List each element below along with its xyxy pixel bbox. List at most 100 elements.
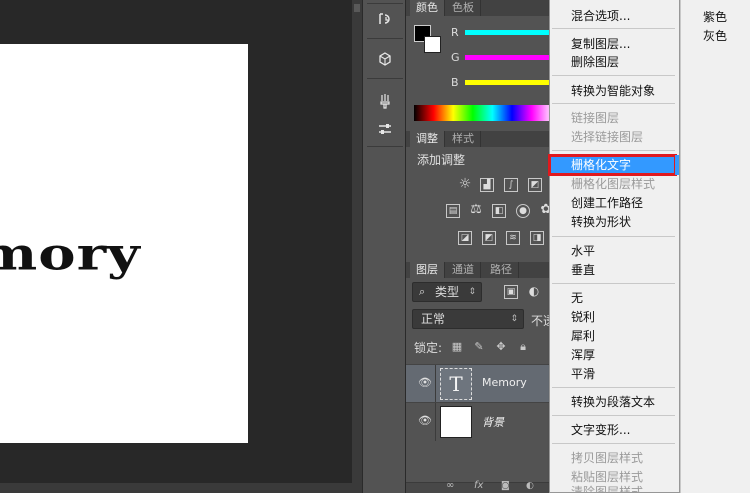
layer-divider bbox=[435, 365, 436, 403]
lock-all-icon[interactable]: 🔒︎ bbox=[517, 341, 529, 353]
menu-item-delete-layer[interactable]: 删除图层 bbox=[550, 53, 679, 71]
collapsed-panel-strip bbox=[362, 0, 406, 493]
fx-icon[interactable]: fx bbox=[474, 480, 483, 491]
layer-name[interactable]: Memory bbox=[482, 376, 527, 389]
scroll-thumb[interactable] bbox=[354, 4, 360, 12]
slider-label-g: G bbox=[451, 51, 460, 64]
tab-styles[interactable]: 样式 bbox=[446, 131, 481, 147]
layer-name[interactable]: 背景 bbox=[482, 414, 504, 430]
search-icon: ⌕ bbox=[419, 285, 426, 298]
black-white-icon[interactable]: ◧ bbox=[492, 204, 506, 218]
document-canvas-area[interactable]: mory bbox=[0, 0, 362, 493]
posterize-icon[interactable]: ◩ bbox=[482, 231, 496, 245]
vibrance-icon[interactable]: ▤ bbox=[446, 204, 460, 218]
slider-b[interactable] bbox=[465, 80, 549, 85]
exposure-icon[interactable]: ◩ bbox=[528, 178, 542, 192]
tab-channels[interactable]: 通道 bbox=[446, 262, 481, 278]
menu-item-duplicate-layer[interactable]: 复制图层... bbox=[550, 35, 679, 53]
lock-position-icon[interactable]: ✥ bbox=[495, 341, 507, 353]
layer-filter-value: 类型 bbox=[435, 285, 460, 299]
strip-divider bbox=[367, 38, 403, 39]
tab-swatches[interactable]: 色板 bbox=[446, 0, 481, 16]
select-arrows-icon: ⇕ bbox=[468, 287, 476, 297]
canvas-text-memory: mory bbox=[0, 228, 141, 281]
strip-divider bbox=[367, 78, 403, 79]
select-arrows-icon: ⇕ bbox=[510, 314, 518, 324]
tab-color[interactable]: 颜色 bbox=[410, 0, 445, 16]
menu-separator bbox=[552, 283, 675, 284]
add-mask-icon[interactable]: ◙ bbox=[501, 481, 510, 491]
strip-divider bbox=[367, 146, 403, 147]
gradient-map-icon[interactable]: ◨ bbox=[530, 231, 544, 245]
background-color-swatch[interactable] bbox=[424, 36, 441, 53]
menu-separator bbox=[552, 75, 675, 76]
menu-item-paste-layer-style[interactable]: 粘贴图层样式 bbox=[550, 468, 679, 486]
menu-separator bbox=[552, 28, 675, 29]
menu-item-antialias-none[interactable]: 无 bbox=[550, 289, 679, 307]
document-canvas[interactable]: mory bbox=[0, 44, 248, 443]
menu-item-link-layers[interactable]: 链接图层 bbox=[550, 109, 679, 127]
tab-adjustments[interactable]: 调整 bbox=[410, 131, 445, 147]
filter-adjustment-icon[interactable]: ◐ bbox=[527, 285, 541, 299]
menu-separator bbox=[552, 387, 675, 388]
curves-icon[interactable]: ∫ bbox=[504, 178, 518, 192]
menu-item-antialias-sharp[interactable]: 锐利 bbox=[550, 308, 679, 326]
menu-item-vertical[interactable]: 垂直 bbox=[550, 261, 679, 279]
background-layer-thumbnail bbox=[440, 406, 472, 438]
menu-item-copy-layer-style[interactable]: 拷贝图层样式 bbox=[550, 449, 679, 467]
brush-presets-icon[interactable] bbox=[371, 90, 399, 112]
brightness-icon[interactable]: ☼ bbox=[458, 177, 472, 192]
color-balance-icon[interactable]: ⚖ bbox=[469, 203, 483, 218]
menu-item-antialias-smooth[interactable]: 平滑 bbox=[550, 365, 679, 383]
tab-layers[interactable]: 图层 bbox=[410, 262, 445, 278]
menu-item-warp-text[interactable]: 文字变形... bbox=[550, 421, 679, 439]
menu-item-clear-layer-style[interactable]: 清除图层样式 bbox=[550, 485, 679, 493]
horizontal-scrollbar[interactable] bbox=[0, 483, 352, 493]
visibility-eye-icon[interactable]: 👁︎ bbox=[418, 376, 432, 389]
levels-icon[interactable]: ▟ bbox=[480, 178, 494, 192]
menu-item-rasterize-type[interactable]: 栅格化文字 bbox=[548, 154, 677, 176]
menu-item-antialias-strong[interactable]: 浑厚 bbox=[550, 346, 679, 364]
menu-item-antialias-crisp[interactable]: 犀利 bbox=[550, 327, 679, 345]
menu-item-horizontal[interactable]: 水平 bbox=[550, 242, 679, 260]
filter-pixel-icon[interactable]: ▣ bbox=[504, 285, 518, 299]
slider-r[interactable] bbox=[465, 30, 549, 35]
menu-separator bbox=[552, 103, 675, 104]
strip-divider bbox=[367, 3, 403, 4]
slider-g[interactable] bbox=[465, 55, 549, 60]
menu-item-create-work-path[interactable]: 创建工作路径 bbox=[550, 194, 679, 212]
menu-separator bbox=[552, 150, 675, 151]
menu-highlight-edge bbox=[675, 155, 679, 175]
menu-item-convert-to-shape[interactable]: 转换为形状 bbox=[550, 213, 679, 231]
tab-paths[interactable]: 路径 bbox=[484, 262, 519, 278]
new-adjustment-layer-icon[interactable]: ◐ bbox=[526, 481, 534, 491]
add-adjustment-title: 添加调整 bbox=[417, 153, 466, 167]
slider-label-r: R bbox=[451, 26, 459, 39]
submenu-item-gray[interactable]: 灰色 bbox=[703, 27, 727, 44]
history-icon[interactable] bbox=[371, 8, 399, 30]
tool-presets-icon[interactable] bbox=[371, 118, 399, 140]
menu-item-rasterize-layer-style[interactable]: 栅格化图层样式 bbox=[550, 175, 679, 193]
submenu-item-purple[interactable]: 紫色 bbox=[703, 8, 727, 25]
menu-item-select-linked-layers[interactable]: 选择链接图层 bbox=[550, 128, 679, 146]
blend-mode-select[interactable]: 正常 ⇕ bbox=[412, 309, 524, 329]
visibility-eye-icon[interactable]: 👁︎ bbox=[418, 414, 432, 427]
3d-cube-icon[interactable] bbox=[371, 48, 399, 70]
invert-icon[interactable]: ◪ bbox=[458, 231, 472, 245]
text-layer-thumbnail: T bbox=[440, 368, 472, 400]
layer-divider bbox=[435, 403, 436, 441]
menu-item-blending-options[interactable]: 混合选项... bbox=[550, 7, 679, 25]
link-layers-icon[interactable]: ∞ bbox=[446, 480, 454, 491]
menu-item-convert-smart-object[interactable]: 转换为智能对象 bbox=[550, 82, 679, 100]
layer-filter-select[interactable]: ⌕ 类型 ⇕ bbox=[412, 282, 482, 302]
lock-transparent-pixels-icon[interactable]: ▦ bbox=[451, 341, 463, 353]
menu-separator bbox=[552, 236, 675, 237]
lock-image-pixels-icon[interactable]: ✎ bbox=[473, 341, 485, 353]
photo-filter-icon[interactable]: ● bbox=[516, 204, 530, 218]
menu-item-convert-paragraph-text[interactable]: 转换为段落文本 bbox=[550, 393, 679, 411]
color-spectrum-ramp[interactable] bbox=[414, 105, 554, 121]
blend-mode-value: 正常 bbox=[421, 312, 446, 326]
threshold-icon[interactable]: ≋ bbox=[506, 231, 520, 245]
vertical-scrollbar[interactable] bbox=[352, 0, 362, 493]
menu-separator bbox=[552, 443, 675, 444]
